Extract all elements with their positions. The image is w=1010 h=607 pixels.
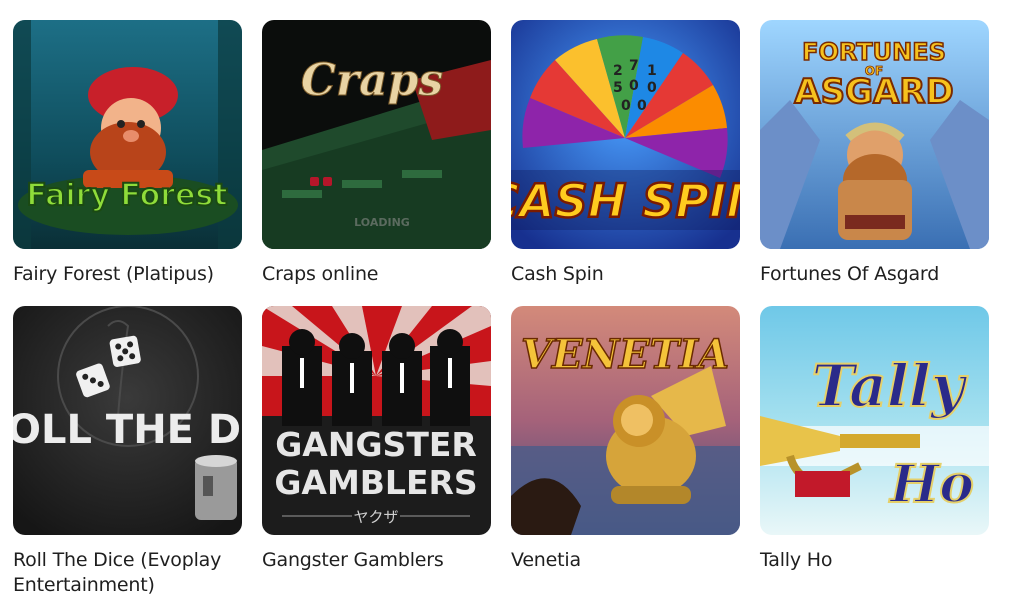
loading-text: LOADING xyxy=(354,216,410,229)
game-card-fortunes-of-asgard[interactable]: FORTUNES OF ASGARD Fortunes Of Asgard xyxy=(760,20,989,287)
viking-art-icon: FORTUNES OF ASGARD xyxy=(760,20,989,249)
trumpet-art-icon: Tally Ho xyxy=(760,306,989,535)
game-title[interactable]: Venetia xyxy=(511,548,740,573)
game-art-text: CASH SPIN xyxy=(511,174,740,228)
game-card-venetia[interactable]: VENETIA Venetia xyxy=(511,306,740,573)
game-thumbnail-tally-ho[interactable]: Tally Ho xyxy=(760,306,989,535)
wheel-number: 7 xyxy=(629,58,639,74)
game-thumbnail-venetia[interactable]: VENETIA xyxy=(511,306,740,535)
game-art-text-line2: Ho xyxy=(888,454,974,515)
game-card-fairy-forest[interactable]: Fairy Forest Fairy Forest (Platipus) xyxy=(13,20,242,287)
game-title[interactable]: Fairy Forest (Platipus) xyxy=(13,262,242,287)
game-art-text-line2: GAMBLERS xyxy=(274,463,477,502)
gnome-art-icon: Fairy Forest xyxy=(13,20,242,249)
game-art-text: GANGSTER xyxy=(275,425,477,464)
wheel-number: 0 xyxy=(647,80,657,96)
game-title[interactable]: Roll The Dice (Evoplay Entertainment) xyxy=(13,548,242,598)
game-thumbnail-cash-spin[interactable]: 2 7 1 5 0 0 0 0 CASH SPIN xyxy=(511,20,740,249)
gangsters-art-icon: GANGSTER GAMBLERS ヤクザ xyxy=(262,306,491,535)
game-art-text: VENETIA xyxy=(521,331,729,378)
wheel-number: 2 xyxy=(613,63,623,79)
game-art-text-asgard: ASGARD xyxy=(794,72,953,112)
wheel-number: 0 xyxy=(621,98,631,114)
game-art-text: FORTUNES xyxy=(802,38,946,66)
game-thumbnail-roll-the-dice[interactable]: OLL THE DIC xyxy=(13,306,242,535)
game-card-roll-the-dice[interactable]: OLL THE DIC Roll The Dice (Evoplay Enter… xyxy=(13,306,242,598)
game-card-tally-ho[interactable]: Tally Ho Tally Ho xyxy=(760,306,989,573)
game-card-cash-spin[interactable]: 2 7 1 5 0 0 0 0 CASH SPIN Cash Spin xyxy=(511,20,740,287)
wheel-number: 0 xyxy=(637,98,647,114)
wheel-number: 1 xyxy=(647,63,657,79)
game-card-craps-online[interactable]: Craps LOADING Craps online xyxy=(262,20,491,287)
wheel-number: 0 xyxy=(629,78,639,94)
game-art-subtitle: ヤクザ xyxy=(353,508,398,526)
game-card-gangster-gamblers[interactable]: GANGSTER GAMBLERS ヤクザ Gangster Gamblers xyxy=(262,306,491,573)
game-title[interactable]: Craps online xyxy=(262,262,491,287)
game-art-text: Craps xyxy=(301,55,443,106)
craps-table-art-icon: Craps LOADING xyxy=(262,20,491,249)
game-thumbnail-craps-online[interactable]: Craps LOADING xyxy=(262,20,491,249)
dice-art-icon: OLL THE DIC xyxy=(13,306,242,535)
game-thumbnail-fairy-forest[interactable]: Fairy Forest xyxy=(13,20,242,249)
game-title[interactable]: Gangster Gamblers xyxy=(262,548,491,573)
game-thumbnail-fortunes-of-asgard[interactable]: FORTUNES OF ASGARD xyxy=(760,20,989,249)
game-thumbnail-gangster-gamblers[interactable]: GANGSTER GAMBLERS ヤクザ xyxy=(262,306,491,535)
game-title[interactable]: Fortunes Of Asgard xyxy=(760,262,989,287)
wheel-number: 5 xyxy=(613,80,623,96)
game-art-text: OLL THE DIC xyxy=(13,407,242,453)
game-title[interactable]: Cash Spin xyxy=(511,262,740,287)
game-title[interactable]: Tally Ho xyxy=(760,548,989,573)
game-art-text: Fairy Forest xyxy=(26,178,227,213)
prize-wheel-art-icon: 2 7 1 5 0 0 0 0 CASH SPIN xyxy=(511,20,740,249)
game-art-text: Tally xyxy=(812,352,969,420)
winged-lion-art-icon: VENETIA xyxy=(511,306,740,535)
